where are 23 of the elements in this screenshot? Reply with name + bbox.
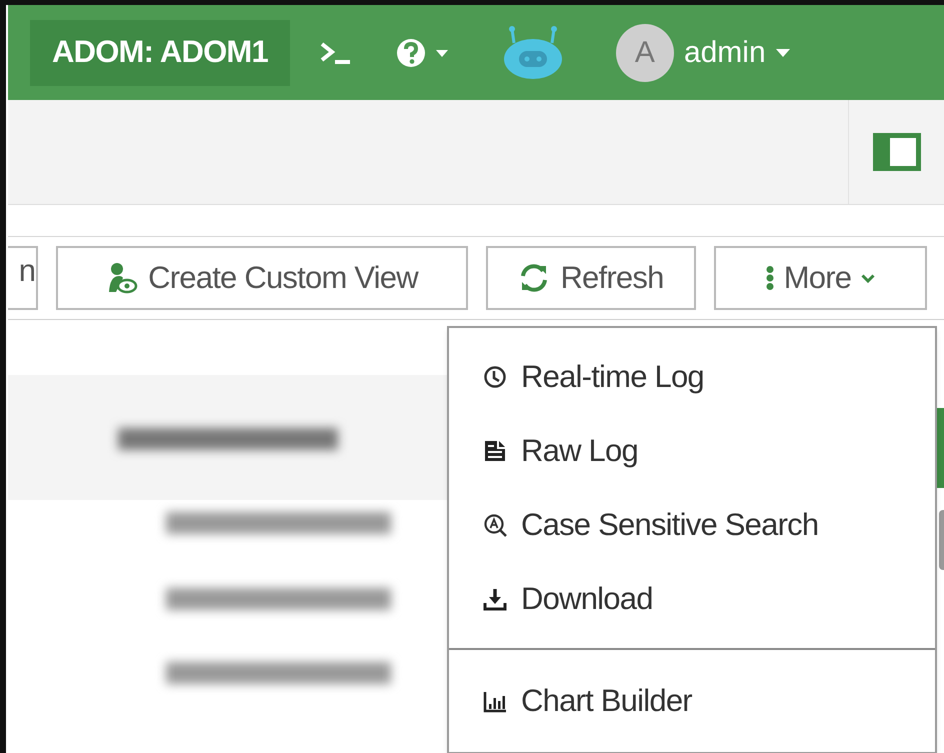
caret-icon — [776, 48, 790, 58]
menu-item[interactable]: Raw Log — [449, 414, 935, 488]
menu-item[interactable]: Real-time Log — [449, 340, 935, 414]
toolbar-button[interactable]: Refresh — [486, 246, 696, 310]
document-icon — [483, 439, 507, 463]
menu-item[interactable]: Case Sensitive Search — [449, 488, 935, 562]
toolbar-button[interactable]: n — [8, 246, 38, 310]
toolbar-button[interactable]: Create Custom View — [56, 246, 468, 310]
scrollbar-thumb[interactable] — [939, 510, 944, 570]
bar-chart-icon — [483, 689, 507, 713]
user-eye-icon — [106, 262, 138, 294]
download-icon — [483, 587, 507, 611]
menu-item[interactable]: Chart Builder — [449, 664, 935, 738]
adom-button[interactable]: ADOM: ADOM1 — [30, 20, 290, 86]
clock-icon — [483, 365, 507, 389]
menu-item[interactable]: Download — [449, 562, 935, 636]
toolbar-button[interactable]: More — [714, 246, 927, 310]
avatar: A — [616, 24, 674, 82]
search-icon — [483, 513, 507, 537]
console-icon[interactable] — [320, 40, 352, 66]
username: admin — [684, 35, 766, 71]
kebab-icon — [766, 265, 774, 291]
panel-toggle-icon[interactable] — [872, 133, 920, 171]
